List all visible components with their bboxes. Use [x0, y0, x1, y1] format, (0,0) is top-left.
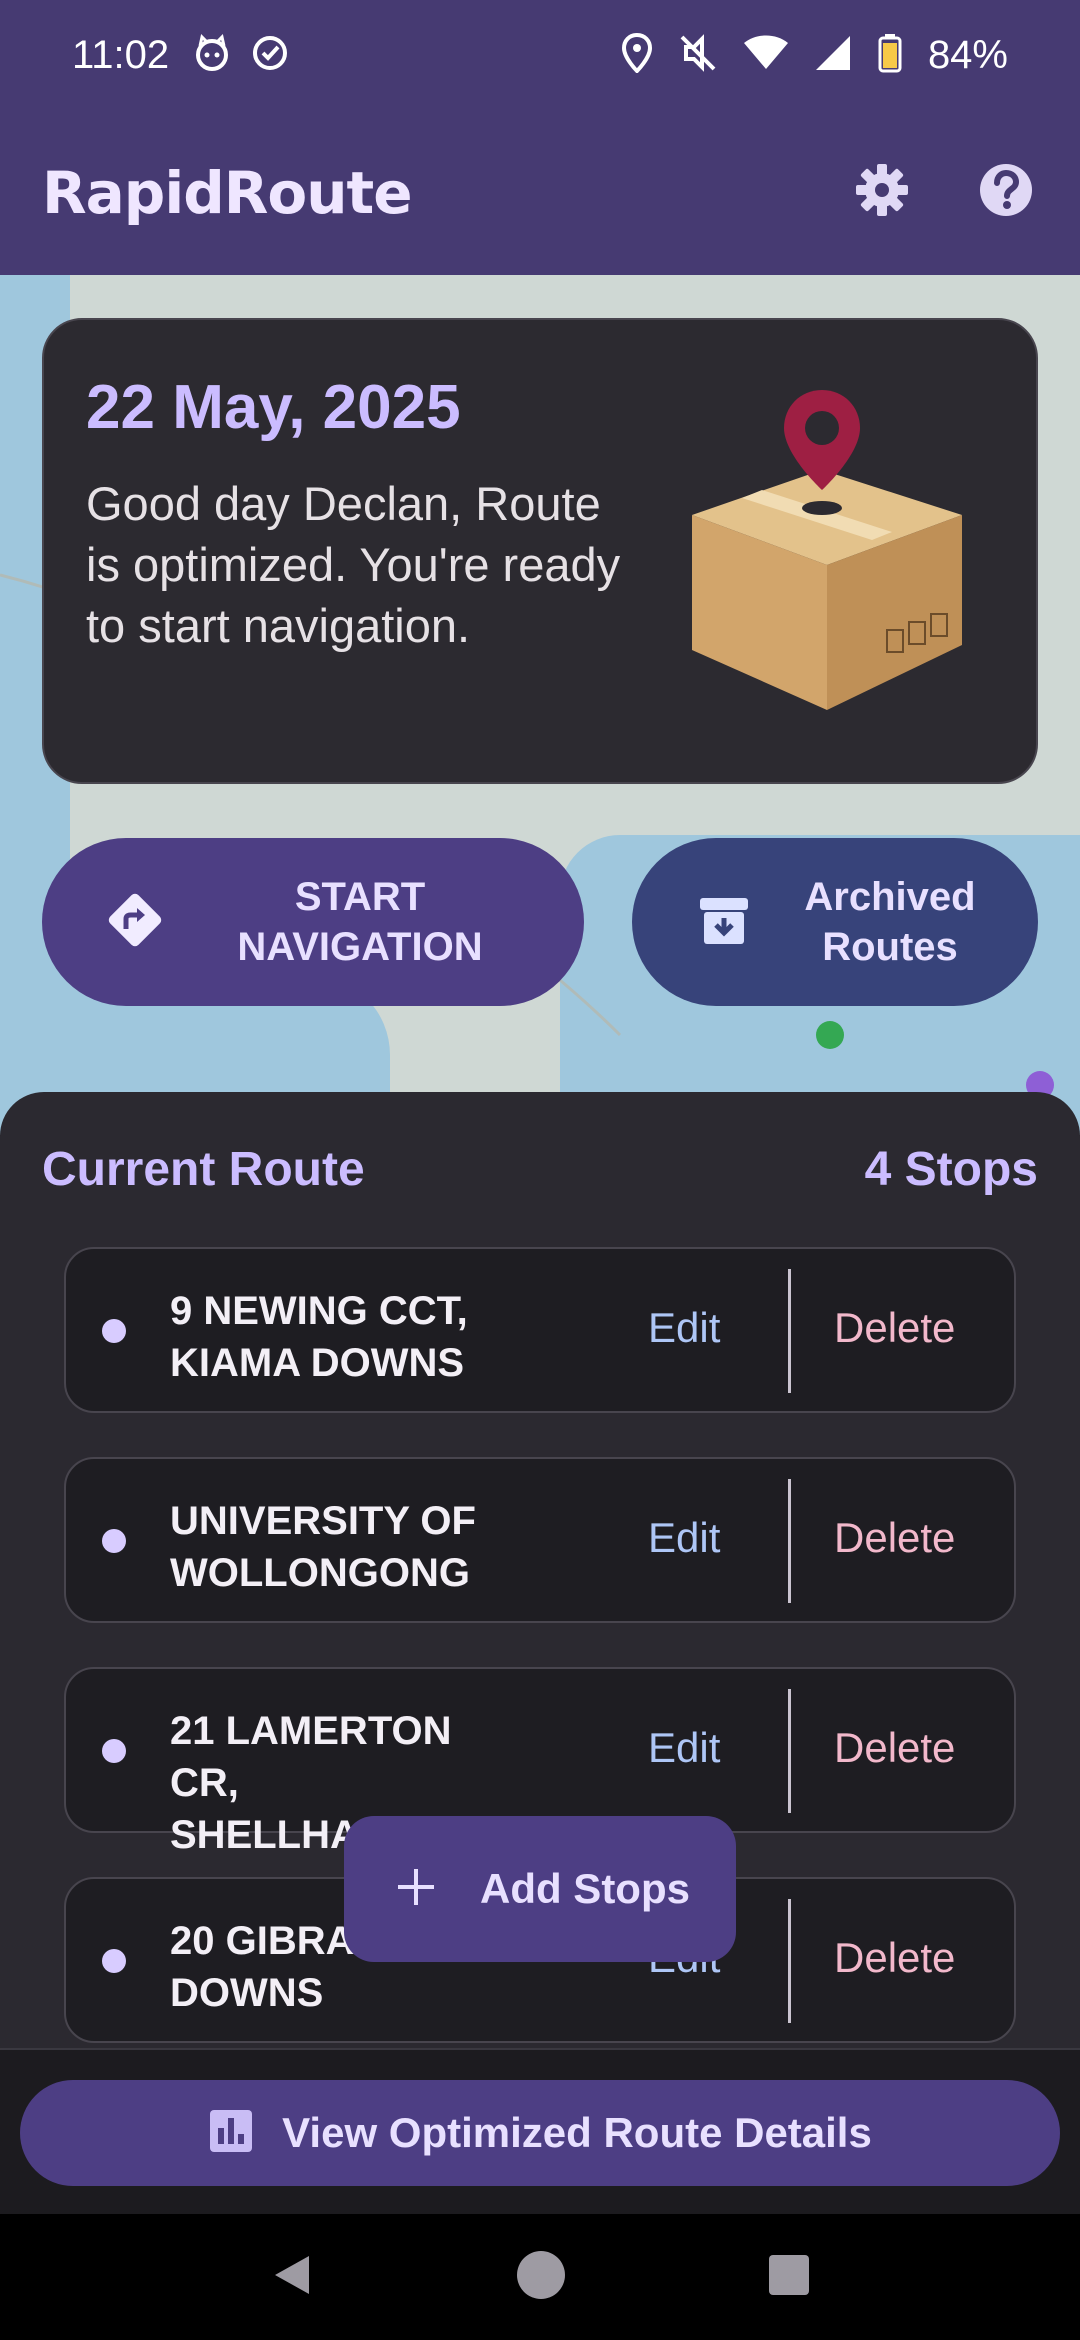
edit-stop-button[interactable]: Edit — [648, 1724, 720, 1772]
stop-bullet-icon — [102, 1319, 126, 1343]
package-pin-illustration — [672, 390, 972, 720]
route-stop-count: 4 Stops — [864, 1143, 1038, 1196]
location-icon — [621, 32, 652, 78]
route-header: Current Route 4 Stops — [42, 1142, 1038, 1197]
wifi-icon — [743, 35, 788, 76]
stop-bullet-icon — [102, 1739, 126, 1763]
row-divider — [788, 1269, 791, 1393]
archived-routes-label: Archived Routes — [804, 875, 976, 969]
app-title: RapidRoute — [42, 158, 413, 227]
delete-stop-button[interactable]: Delete — [834, 1934, 955, 1982]
gear-icon — [854, 162, 910, 223]
check-circle-icon — [251, 34, 289, 77]
start-navigation-button[interactable]: START NAVIGATION — [42, 838, 584, 1006]
directions-icon — [102, 887, 168, 958]
status-bar: 11:02 84% — [0, 0, 1080, 110]
delete-stop-button[interactable]: Delete — [834, 1724, 955, 1772]
stop-row: 21 LAMERTON CR, SHELLHARBOUR Edit Delete — [64, 1667, 1016, 1857]
help-button[interactable] — [974, 161, 1038, 225]
add-stops-button[interactable]: Add Stops — [344, 1816, 736, 1962]
bottom-action-panel: View Optimized Route Details — [0, 2048, 1080, 2214]
settings-button[interactable] — [850, 161, 914, 225]
archived-routes-button[interactable]: Archived Routes — [632, 838, 1038, 1006]
greeting-message: Good day Declan, Route is optimized. You… — [86, 477, 621, 652]
stop-bullet-icon — [102, 1949, 126, 1973]
delete-stop-button[interactable]: Delete — [834, 1514, 955, 1562]
view-route-details-label: View Optimized Route Details — [282, 2109, 872, 2156]
signal-icon — [814, 34, 852, 77]
recents-icon[interactable] — [767, 2253, 811, 2302]
stop-bullet-icon — [102, 1529, 126, 1553]
row-divider — [788, 1899, 791, 2023]
bar-chart-icon — [208, 2108, 254, 2159]
edit-stop-button[interactable]: Edit — [648, 1304, 720, 1352]
stop-row: 9 NEWING CCT, KIAMA DOWNS Edit Delete — [64, 1247, 1016, 1413]
view-route-details-button[interactable]: View Optimized Route Details — [20, 2080, 1060, 2186]
row-divider — [788, 1689, 791, 1813]
delete-stop-button[interactable]: Delete — [834, 1304, 955, 1352]
cat-face-icon — [193, 33, 231, 77]
system-navigation-bar — [0, 2214, 1080, 2340]
plus-icon — [394, 1865, 438, 1914]
route-summary-card: 22 May, 2025 Good day Declan, Route is o… — [42, 318, 1038, 784]
stop-address: 9 NEWING CCT, KIAMA DOWNS — [170, 1289, 468, 1385]
battery-icon — [878, 33, 902, 78]
route-title: Current Route — [42, 1143, 365, 1196]
back-icon[interactable] — [269, 2252, 315, 2303]
home-icon[interactable] — [515, 2249, 567, 2306]
stop-row: UNIVERSITY OF WOLLONGONG Edit Delete — [64, 1457, 1016, 1623]
add-stops-label: Add Stops — [480, 1865, 690, 1912]
battery-percent: 84% — [927, 32, 1008, 77]
archive-icon — [698, 894, 750, 951]
status-time: 11:02 — [72, 32, 170, 77]
edit-stop-button[interactable]: Edit — [648, 1514, 720, 1562]
stop-address: UNIVERSITY OF WOLLONGONG — [170, 1499, 476, 1595]
row-divider — [788, 1479, 791, 1603]
start-navigation-label: START NAVIGATION — [237, 875, 483, 969]
mute-icon — [678, 33, 718, 78]
help-icon — [978, 162, 1034, 223]
app-bar: RapidRoute — [0, 110, 1080, 275]
